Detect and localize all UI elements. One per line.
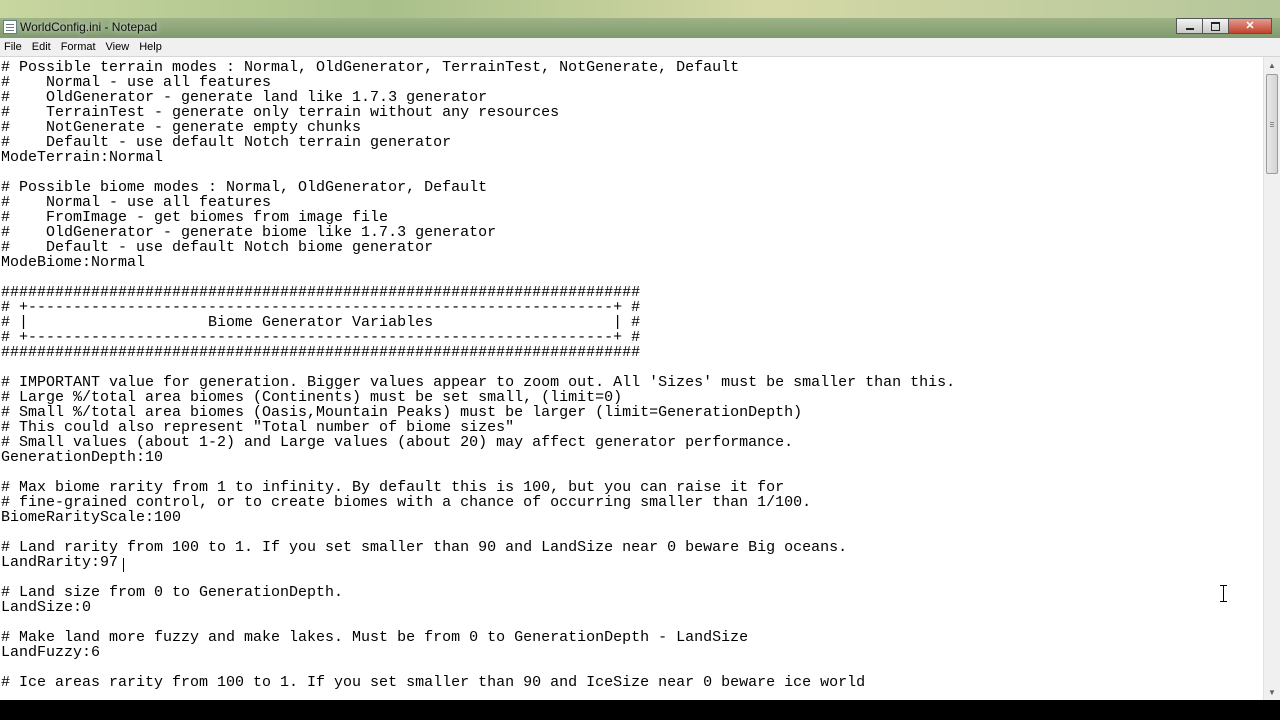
notepad-icon[interactable] [3, 20, 17, 34]
text-editor[interactable]: # Possible terrain modes : Normal, OldGe… [0, 57, 1263, 700]
ibeam-cursor-icon [1219, 585, 1228, 602]
scroll-up-icon[interactable]: ▲ [1264, 57, 1280, 73]
menu-help[interactable]: Help [134, 38, 167, 56]
bottom-letterbox [0, 700, 1280, 720]
menu-file[interactable]: File [0, 38, 27, 56]
vertical-scrollbar[interactable]: ▲ ▼ [1263, 57, 1280, 700]
text-caret [123, 558, 124, 572]
menu-edit[interactable]: Edit [27, 38, 56, 56]
scrollbar-thumb[interactable] [1266, 74, 1278, 174]
close-button[interactable]: ✕ [1228, 18, 1272, 34]
notepad-window: WorldConfig.ini - Notepad ✕ File Edit Fo… [0, 0, 1280, 700]
window-controls: ✕ [1176, 18, 1272, 34]
desktop-background-strip [0, 0, 1280, 18]
menu-view[interactable]: View [101, 38, 135, 56]
window-title: WorldConfig.ini - Notepad [20, 20, 158, 34]
editor-text[interactable]: # Possible terrain modes : Normal, OldGe… [1, 60, 955, 690]
scroll-down-icon[interactable]: ▼ [1264, 684, 1280, 700]
menu-bar: File Edit Format View Help [0, 38, 1280, 57]
menu-format[interactable]: Format [56, 38, 101, 56]
maximize-button[interactable] [1202, 18, 1228, 34]
minimize-button[interactable] [1176, 18, 1202, 34]
title-bar[interactable]: WorldConfig.ini - Notepad ✕ [0, 0, 1280, 38]
